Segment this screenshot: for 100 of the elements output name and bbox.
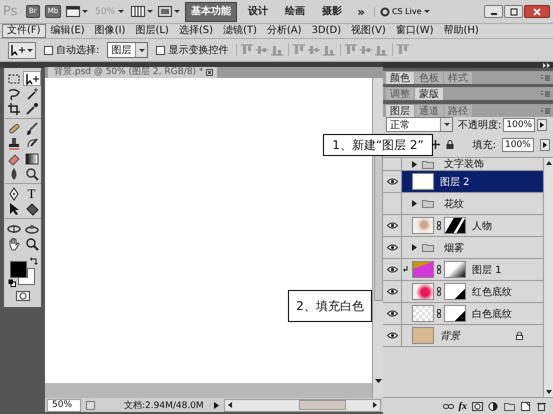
workspace-button[interactable]: 绘画	[279, 2, 312, 22]
opacity-field[interactable]: 100%	[503, 118, 536, 132]
layer-row[interactable]: 文字装饰	[383, 158, 543, 171]
menu-item[interactable]: 分析(A)	[262, 24, 307, 38]
blend-mode-dropdown[interactable]: 正常	[386, 117, 453, 132]
cs-live-button[interactable]: CS Live	[374, 6, 430, 16]
arrange-button[interactable]	[131, 6, 154, 17]
quick-mask-button[interactable]	[16, 291, 30, 301]
stamp-icon	[6, 136, 20, 150]
folder-icon	[422, 243, 434, 252]
panel-tab[interactable]: 蒙版	[415, 88, 443, 100]
screen-mode-button[interactable]	[66, 6, 88, 17]
foreground-color-swatch[interactable]	[10, 261, 26, 278]
crop-icon	[6, 102, 20, 116]
layer-row[interactable]: 白色底纹	[383, 303, 543, 325]
minimize-button[interactable]	[484, 5, 503, 18]
play-icon	[214, 402, 219, 408]
adjustment-layer-button[interactable]	[488, 402, 499, 411]
checkbox[interactable]	[156, 46, 166, 54]
visibility-toggle[interactable]	[383, 171, 402, 192]
menu-item[interactable]: 文件(F)	[2, 24, 46, 38]
layer-name: 文字装饰	[444, 158, 484, 170]
layer-name: 图层 2	[440, 176, 470, 188]
close-button[interactable]	[524, 5, 550, 18]
fill-slider-button[interactable]	[540, 138, 550, 150]
scroll-right-icon	[373, 402, 377, 408]
new-page-icon	[520, 402, 531, 411]
checkbox[interactable]	[44, 46, 53, 54]
layer-name: 白色底纹	[472, 308, 512, 320]
screen-button[interactable]	[158, 6, 180, 17]
align-icon	[359, 44, 374, 56]
folder-icon	[504, 402, 515, 411]
align-icon	[374, 44, 388, 56]
horizontal-scrollbar[interactable]	[224, 398, 381, 412]
move-tool[interactable]	[22, 71, 40, 86]
panel-tab[interactable]: 颜色	[386, 72, 414, 84]
menu-item[interactable]: 3D(D)	[306, 24, 346, 38]
layer-row[interactable]: 图层 2	[383, 171, 543, 193]
layer-style-button[interactable]: fx	[458, 401, 467, 412]
scroll-down-icon	[546, 390, 552, 394]
layers-scrollbar[interactable]	[543, 158, 553, 397]
shape-icon	[24, 202, 38, 216]
play-icon	[540, 122, 544, 128]
panel-tab[interactable]: 路径	[444, 105, 472, 117]
gradient-icon	[24, 152, 38, 166]
menu-item[interactable]: 图层(L)	[130, 24, 174, 38]
new-layer-button[interactable]	[520, 402, 531, 411]
restore-button[interactable]	[504, 5, 523, 18]
panel-tab[interactable]: 调整	[386, 88, 414, 100]
layer-row[interactable]: 花纹	[383, 193, 543, 215]
tool-preset-picker[interactable]	[8, 42, 36, 58]
workspace-button[interactable]: 设计	[242, 2, 274, 22]
caret-icon	[82, 10, 88, 13]
hand-icon	[6, 236, 20, 250]
menu-item[interactable]: 编辑(E)	[46, 24, 90, 38]
menu-item[interactable]: 帮助(H)	[438, 24, 484, 38]
folder-icon	[422, 160, 434, 168]
panel-tab[interactable]: 图层	[386, 105, 414, 117]
align-icon	[396, 44, 410, 56]
more-workspaces-button[interactable]: »	[353, 2, 369, 22]
layer-row[interactable]: 图层 1	[383, 259, 543, 281]
type-tool[interactable]: T	[22, 186, 40, 201]
panel-tab[interactable]: 样式	[444, 72, 472, 84]
panel-tab[interactable]: 通道	[415, 105, 443, 117]
pen-nib-icon	[6, 186, 20, 200]
delete-layer-button[interactable]	[536, 402, 547, 411]
scroll-left-icon	[228, 402, 232, 408]
app-logo: Ps	[3, 4, 18, 19]
lens-icon	[24, 166, 38, 180]
layer-row[interactable]: 人物	[383, 215, 543, 237]
caret-icon	[444, 123, 450, 126]
scroll-up-icon	[546, 161, 552, 165]
zoom-field[interactable]: 50%	[47, 398, 81, 412]
layer-row[interactable]: 背景	[383, 325, 543, 347]
layer-row[interactable]: 烟雾	[383, 237, 543, 259]
menu-item[interactable]: 图像(I)	[90, 24, 130, 38]
panel-menu-icon	[541, 90, 550, 96]
menu-item[interactable]: 选择(S)	[174, 24, 218, 38]
link-layers-button[interactable]	[442, 402, 454, 411]
new-group-button[interactable]	[504, 402, 515, 411]
play-icon	[543, 142, 547, 148]
document-tab[interactable]: 背景.psd @ 50% (图层 2, RGB/8) *	[48, 67, 218, 78]
chain-link-icon	[437, 221, 441, 230]
fill-label: 填充:	[472, 138, 496, 152]
mask-icon	[472, 402, 483, 411]
move-icon	[11, 44, 25, 56]
menu-item[interactable]: 窗口(W)	[390, 24, 438, 38]
brush-icon	[24, 122, 38, 136]
panel-tab[interactable]: 色板	[415, 72, 443, 84]
workspace-button[interactable]: 摄影	[316, 2, 348, 22]
menu-item[interactable]: 滤镜(T)	[218, 24, 262, 38]
target-dropdown[interactable]: 图层	[107, 42, 148, 58]
opacity-slider-button[interactable]	[537, 118, 548, 130]
fill-field[interactable]: 100%	[502, 138, 534, 152]
layer-row[interactable]: 红色底纹	[383, 281, 543, 303]
menu-item[interactable]: 视图(V)	[346, 24, 391, 38]
background-color-swatch[interactable]	[18, 268, 34, 285]
workspace-button[interactable]: 基本功能	[185, 2, 238, 22]
gradient-tool[interactable]	[22, 151, 40, 166]
add-mask-button[interactable]	[472, 402, 483, 411]
